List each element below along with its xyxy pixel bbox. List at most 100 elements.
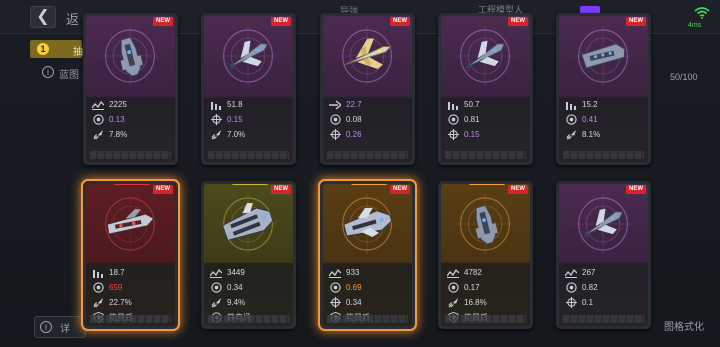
crosshair-icon [447, 129, 459, 140]
stat-row: 22.7 [329, 97, 412, 112]
card-stats: 267 0.82 0.1 [559, 262, 648, 312]
card-body: NEW9330.690.34能量盾 [323, 184, 412, 326]
card-stats: 9330.690.34能量盾 [323, 262, 412, 323]
target-icon [329, 114, 341, 125]
card-stats: 34490.349.4%静电场 [204, 262, 293, 323]
card-body: NEW 267 0.82 0.1 [559, 184, 648, 326]
stat-value: 18.7 [109, 268, 125, 277]
blueprint-card[interactable]: NEW9330.690.34能量盾 [320, 181, 415, 329]
blueprint-card[interactable]: NEW 15.2 0.41 8.1% [556, 13, 651, 165]
missile-icon [210, 297, 222, 308]
missile-icon [565, 129, 577, 140]
ship-artwork [441, 184, 530, 262]
stat-row: 0.17 [447, 280, 530, 295]
stat-row: 267 [565, 265, 648, 280]
capacity-count: 50/100 [670, 72, 698, 82]
stat-value: 2225 [109, 100, 127, 109]
stat-value: 0.69 [346, 283, 362, 292]
stat-value: 267 [582, 268, 596, 277]
rarity-bar [232, 184, 268, 185]
stat-row: 0.13 [92, 112, 175, 127]
stat-value: 4782 [464, 268, 482, 277]
wifi-icon [694, 7, 710, 19]
stat-row: 0.34 [210, 280, 293, 295]
arrow-icon [329, 99, 341, 110]
stat-row: 659 [92, 280, 175, 295]
card-footer-strip [208, 315, 289, 323]
missile-icon [92, 297, 104, 308]
stat-row: 18.7 [92, 265, 175, 280]
stat-row: 0.26 [329, 127, 412, 142]
new-badge: NEW [390, 185, 410, 194]
ship-artwork [441, 16, 530, 94]
stat-value: 0.15 [464, 130, 480, 139]
card-footer-strip [90, 151, 171, 159]
stat-value: 933 [346, 268, 360, 277]
card-body: NEW 22.7 0.08 0.26 [323, 16, 412, 162]
stat-row: 2225 [92, 97, 175, 112]
info-icon[interactable]: i [42, 66, 54, 78]
missile-icon [210, 129, 222, 140]
stat-row: 0.41 [565, 112, 648, 127]
stat-row: 0.1 [565, 295, 648, 310]
latency-label: 4ms [688, 22, 702, 29]
blueprint-card[interactable]: NEW18.765922.7%能量盾 [83, 181, 178, 329]
bars-icon [210, 100, 222, 110]
new-badge: NEW [153, 185, 173, 194]
ship-artwork [86, 16, 175, 94]
stat-row: 50.7 [447, 97, 530, 112]
blueprint-card[interactable]: NEW 51.8 0.15 7.0% [201, 13, 296, 165]
new-badge: NEW [626, 17, 646, 26]
back-arrow-icon: ❮ [36, 8, 50, 25]
detail-label: 详 [60, 324, 70, 335]
wave-icon [447, 268, 459, 278]
blueprint-card[interactable]: NEW 50.7 0.81 0.15 [438, 13, 533, 165]
card-stats: 51.8 0.15 7.0% [204, 94, 293, 148]
new-badge: NEW [390, 17, 410, 26]
card-body: NEW34490.349.4%静电场 [204, 184, 293, 326]
target-icon [565, 282, 577, 293]
card-body: NEW 15.2 0.41 8.1% [559, 16, 648, 162]
detail-info-icon: i [40, 321, 52, 333]
ship-artwork [559, 184, 648, 262]
stat-row: 0.34 [329, 295, 412, 310]
stat-value: 15.2 [582, 100, 598, 109]
wave-icon [329, 268, 341, 278]
stat-row: 8.1% [565, 127, 648, 142]
stat-row: 4782 [447, 265, 530, 280]
card-footer-strip [445, 151, 526, 159]
card-body: NEW47820.1716.8%能量盾 [441, 184, 530, 326]
new-badge: NEW [271, 17, 291, 26]
blueprint-card[interactable]: NEW 2225 0.13 7.8% [83, 13, 178, 165]
blueprint-card[interactable]: NEW47820.1716.8%能量盾 [438, 181, 533, 329]
new-badge: NEW [626, 185, 646, 194]
card-stats: 2225 0.13 7.8% [86, 94, 175, 148]
stat-row: 0.81 [447, 112, 530, 127]
wave-icon [92, 100, 104, 110]
blueprint-card[interactable]: NEW 22.7 0.08 0.26 [320, 13, 415, 165]
card-stats: 47820.1716.8%能量盾 [441, 262, 530, 323]
rarity-bar [469, 184, 505, 185]
target-icon [447, 114, 459, 125]
stat-value: 0.17 [464, 283, 480, 292]
card-footer-strip [563, 151, 644, 159]
stat-value: 0.15 [227, 115, 243, 124]
stat-row: 22.7% [92, 295, 175, 310]
format-label[interactable]: 图格式化 [664, 318, 704, 333]
stat-row: 933 [329, 265, 412, 280]
card-footer-strip [90, 315, 171, 323]
stat-row: 7.0% [210, 127, 293, 142]
blueprint-card[interactable]: NEW34490.349.4%静电场 [201, 181, 296, 329]
wave-icon [210, 268, 222, 278]
blueprint-card[interactable]: NEW 267 0.82 0.1 [556, 181, 651, 329]
page-title: 返 [66, 12, 80, 27]
crosshair-icon [210, 114, 222, 125]
target-icon [92, 114, 104, 125]
new-badge: NEW [508, 17, 528, 26]
stat-value: 0.13 [109, 115, 125, 124]
stat-row: 0.15 [210, 112, 293, 127]
crosshair-icon [329, 297, 341, 308]
card-footer-strip [563, 315, 644, 323]
back-button[interactable]: ❮ [30, 6, 56, 28]
target-icon [565, 114, 577, 125]
